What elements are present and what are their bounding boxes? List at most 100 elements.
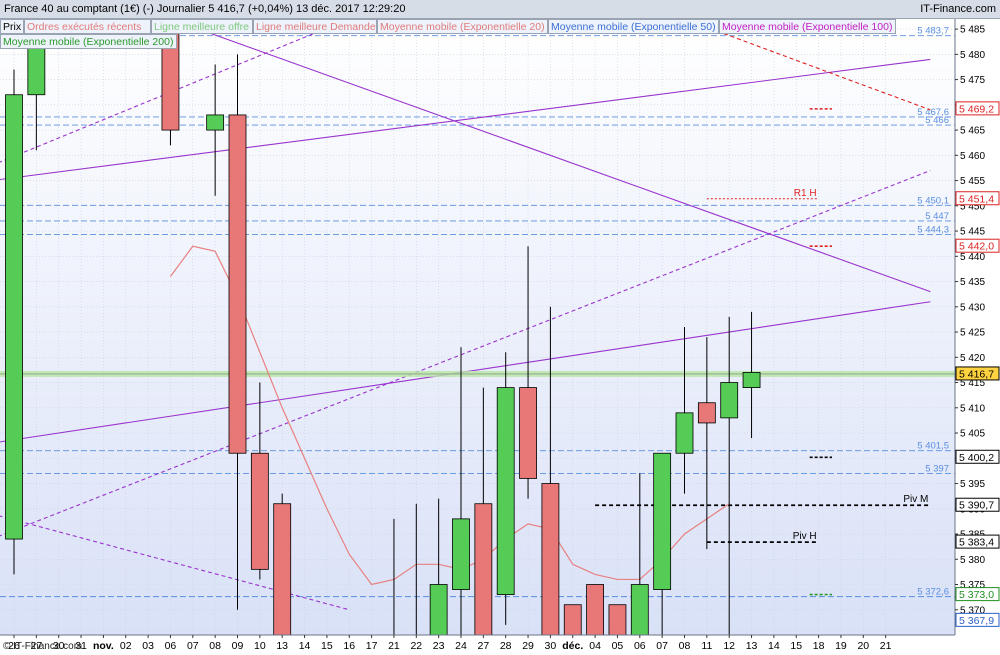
price-tick-label: 5 455 <box>960 176 985 187</box>
time-tick-label: 06 <box>165 640 177 652</box>
price-tag-label: 5 469,2 <box>959 103 994 115</box>
price-tick-label: 5 435 <box>960 277 985 288</box>
candle-up <box>720 382 739 419</box>
time-tick-label: 07 <box>187 640 199 652</box>
candle-down <box>519 387 537 479</box>
level-label: 5 483,7 <box>917 26 949 37</box>
time-tick-label: 10 <box>254 640 266 652</box>
level-label: 5 466 <box>925 115 949 126</box>
price-tag-label: 5 367,9 <box>959 615 994 627</box>
time-tick-label: 19 <box>835 640 847 652</box>
candle-up <box>5 94 23 540</box>
time-tick-label: 14 <box>768 640 780 652</box>
chart-window: { "header": { "title": "France 40 au com… <box>0 0 1000 655</box>
tab-ema-50[interactable]: Moyenne mobile (Exponentielle 50) <box>548 19 719 34</box>
candle-down <box>541 483 560 635</box>
time-tick-label: 21 <box>880 640 892 652</box>
price-tick-label: 5 445 <box>960 227 985 238</box>
time-tick-label: nov. <box>93 640 114 652</box>
time-tick-label: 28 <box>500 640 512 652</box>
time-tick-label: 27 <box>478 640 490 652</box>
time-tick-label: 08 <box>209 640 221 652</box>
level-label: 5 397 <box>925 463 949 474</box>
time-tick-label: 18 <box>813 640 825 652</box>
time-tick-label: 17 <box>366 640 378 652</box>
price-chart[interactable]: 5 483,75 467,65 4665 450,15 4475 444,35 … <box>0 0 1000 655</box>
price-tag-label: 5 373,0 <box>959 589 994 601</box>
pivot-label: Piv H <box>793 531 817 542</box>
level-label: 5 401,5 <box>917 441 949 452</box>
level-label: 5 372,6 <box>917 587 949 598</box>
title-bar: France 40 au comptant (1€) (-) Journalie… <box>0 0 1000 19</box>
time-tick-label: 22 <box>410 640 422 652</box>
price-tick-label: 5 480 <box>960 50 985 61</box>
price-tick-label: 5 410 <box>960 403 985 414</box>
level-label: 5 444,3 <box>917 225 949 236</box>
candle-up <box>675 412 694 454</box>
candle-down <box>250 452 269 570</box>
time-tick-label: déc. <box>562 640 583 652</box>
candle-down <box>273 503 292 635</box>
price-tick-label: 5 440 <box>960 252 985 263</box>
tab-ema-20[interactable]: Moyenne mobile (Exponentielle 20) <box>377 19 548 34</box>
candle-up <box>452 518 470 590</box>
tab-meilleure-demande[interactable]: Ligne meilleure Demande <box>253 19 377 34</box>
price-tick-label: 5 430 <box>960 302 985 313</box>
time-tick-label: 12 <box>723 640 735 652</box>
candle-up <box>653 452 672 590</box>
price-tick-label: 5 465 <box>960 126 985 137</box>
time-tick-label: 16 <box>343 640 355 652</box>
time-tick-label: 13 <box>276 640 288 652</box>
price-tag-label: 5 442,0 <box>959 241 994 253</box>
price-tag-label: 5 390,7 <box>959 500 994 512</box>
candle-up <box>742 372 761 388</box>
time-tick-label: 09 <box>232 640 244 652</box>
time-tick-label: 14 <box>299 640 311 652</box>
time-tick-label: 06 <box>634 640 646 652</box>
time-tick-label: 07 <box>656 640 668 652</box>
price-tick-label: 5 460 <box>960 151 985 162</box>
time-tick-label: 15 <box>321 640 333 652</box>
level-label: 5 447 <box>925 211 949 222</box>
price-tick-label: 5 380 <box>960 555 985 566</box>
tab-ema-200[interactable]: Moyenne mobile (Exponentielle 200) <box>0 34 177 49</box>
time-tick-label: 11 <box>701 640 712 652</box>
time-tick-label: 13 <box>746 640 758 652</box>
time-tick-label: 21 <box>388 640 400 652</box>
price-tag-label: 5 416,7 <box>959 368 994 380</box>
chart-title: France 40 au comptant (1€) (-) Journalie… <box>4 3 406 15</box>
pivot-label: Piv M <box>903 494 928 505</box>
candle-down <box>228 114 247 454</box>
price-tick-label: 5 395 <box>960 479 985 490</box>
time-tick-label: 15 <box>790 640 802 652</box>
brand-name: IT-Finance.com <box>920 3 996 15</box>
tab-meilleure-offre[interactable]: Ligne meilleure offre <box>151 19 253 34</box>
time-tick-label: 20 <box>857 640 869 652</box>
time-tick-label: 08 <box>679 640 691 652</box>
copyright-text: © IT-Finance.com <box>3 641 83 652</box>
price-tag-label: 5 400,2 <box>959 452 994 464</box>
candle-up <box>496 387 515 596</box>
candle-down <box>474 503 493 635</box>
price-tick-label: 5 425 <box>960 328 985 339</box>
tab-ordres-executes[interactable]: Ordres exécutés récents <box>24 19 151 34</box>
price-tick-label: 5 405 <box>960 429 985 440</box>
price-tag-label: 5 383,4 <box>959 537 994 549</box>
price-tick-label: 5 485 <box>960 25 985 36</box>
level-label: 5 450,1 <box>917 195 949 206</box>
pivot-label: R1 H <box>794 188 817 199</box>
time-tick-label: 24 <box>455 640 467 652</box>
candle-down <box>697 402 716 424</box>
tab-ema-100[interactable]: Moyenne mobile (Exponentielle 100) <box>719 19 896 34</box>
price-tag-label: 5 451,4 <box>959 193 994 205</box>
time-tick-label: 30 <box>545 640 557 652</box>
price-tick-label: 5 475 <box>960 75 985 86</box>
time-tick-label: 05 <box>612 640 624 652</box>
time-tick-label: 23 <box>433 640 445 652</box>
time-tick-label: 02 <box>120 640 132 652</box>
time-tick-label: 04 <box>589 640 601 652</box>
time-tick-label: 29 <box>522 640 534 652</box>
price-tick-label: 5 420 <box>960 353 985 364</box>
time-tick-label: 03 <box>142 640 154 652</box>
tab-prix[interactable]: Prix <box>0 19 24 34</box>
